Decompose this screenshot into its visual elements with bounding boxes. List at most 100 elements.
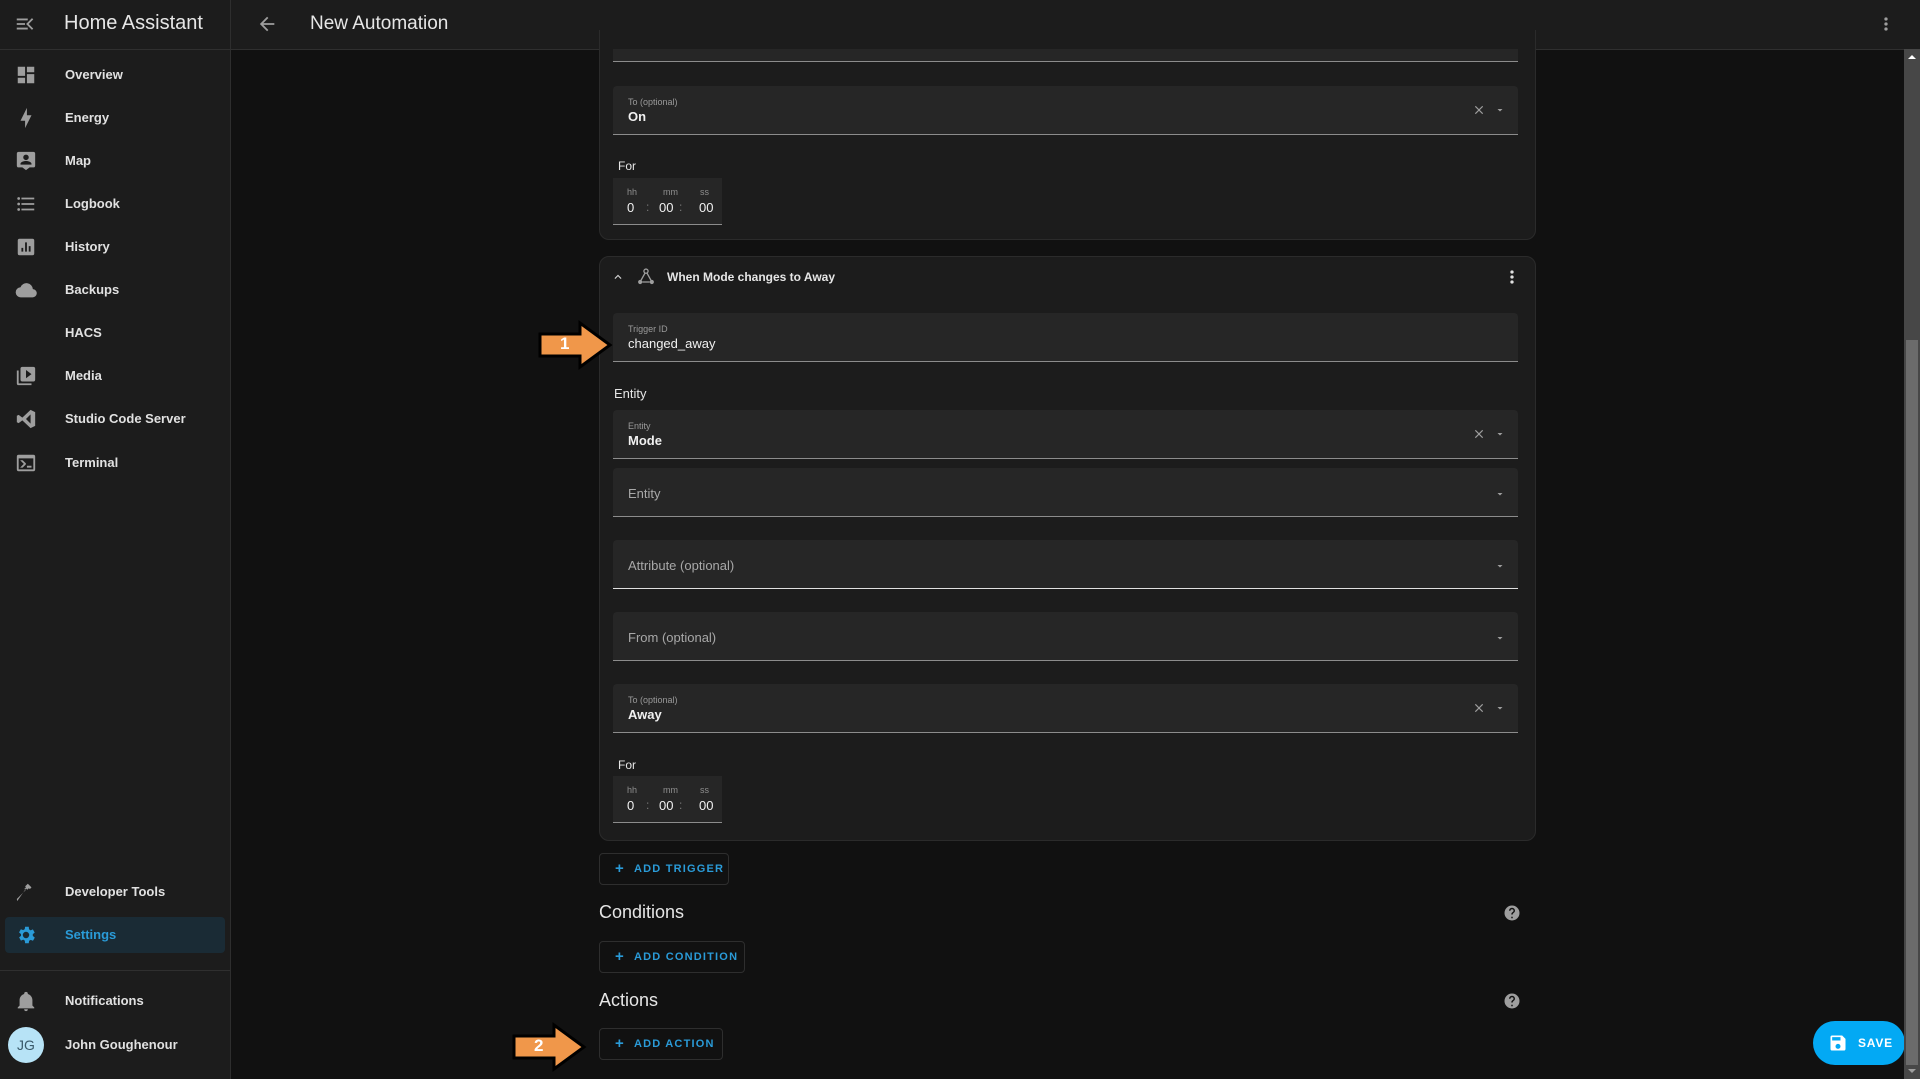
menu-open-icon[interactable] [14,13,36,35]
sidebar-item-energy[interactable]: Energy [5,100,225,136]
app-title: Home Assistant [64,12,203,34]
add-condition-button[interactable]: + ADD CONDITION [599,941,745,973]
state-machine-icon [638,268,654,285]
field-placeholder: From (optional) [628,630,717,645]
sidebar-item-label: HACS [65,325,102,340]
annotation-arrow: 1 [538,320,613,370]
hours-value[interactable]: 0 [627,200,634,215]
menu-down-icon[interactable] [1494,702,1506,714]
seconds-value[interactable]: 00 [699,798,713,813]
field-label: To (optional) [628,97,678,107]
previous-field-partial[interactable] [613,49,1518,62]
sidebar-item-label: Media [65,368,102,383]
field-label: To (optional) [628,695,678,705]
avatar[interactable]: JG [8,1027,44,1063]
save-button[interactable]: SAVE [1813,1021,1905,1065]
sidebar-item-notifications[interactable]: Notifications [5,983,225,1019]
sidebar-divider [0,970,230,971]
sidebar-item-developer-tools[interactable]: Developer Tools [5,874,225,910]
add-trigger-button[interactable]: + ADD TRIGGER [599,853,729,885]
sidebar-item-label: Logbook [65,196,120,211]
help-circle-icon[interactable] [1503,992,1521,1010]
sidebar-item-label: Notifications [65,993,144,1008]
sidebar-item-label: Settings [65,927,117,942]
sidebar-item-media[interactable]: Media [5,358,225,394]
menu-down-icon[interactable] [1494,632,1506,644]
trigger-id-field[interactable]: Trigger ID changed_away [613,313,1518,362]
content-save-icon [1830,1035,1846,1051]
sidebar-item-studio-code-server[interactable]: Studio Code Server [5,401,225,437]
minutes-value[interactable]: 00 [659,200,673,215]
sidebar-item-label: History [65,239,110,254]
sidebar-item-terminal[interactable]: Terminal [5,445,225,481]
entity-field[interactable]: Entity Mode [613,410,1518,459]
page-title: New Automation [310,13,449,34]
hours-label: hh [627,187,638,197]
dots-vertical-icon[interactable] [1876,13,1896,35]
trigger-title: When Mode changes to Away [667,270,836,284]
sidebar-item-history[interactable]: History [5,229,225,265]
field-value: Away [628,707,662,722]
sidebar-item-logbook[interactable]: Logbook [5,186,225,222]
seconds-value[interactable]: 00 [699,200,713,215]
close-icon[interactable] [1472,701,1486,715]
minutes-label: mm [663,187,678,197]
field-label: Entity [628,421,651,431]
for-label: For [618,758,636,772]
scrollbar-thumb[interactable] [1906,340,1918,1065]
chevron-up-icon[interactable] [611,270,625,284]
to-optional-field[interactable]: To (optional) Away [613,684,1518,733]
separator: : [646,200,650,214]
close-icon[interactable] [1472,427,1486,441]
arrow-right-icon [512,1022,587,1072]
menu-down-icon[interactable] [1494,560,1506,572]
menu-down-icon[interactable] [1494,104,1506,116]
to-optional-field[interactable]: To (optional) On [613,86,1518,135]
cog-icon [19,926,35,944]
lightning-bolt-icon [20,107,32,129]
sidebar-item-backups[interactable]: Backups [5,272,225,308]
menu-down-icon[interactable] [1494,428,1506,440]
vscode-icon [16,409,36,429]
duration-input[interactable]: hh mm ss 0 : 00 : 00 [613,178,722,225]
dots-vertical-icon[interactable] [1502,266,1522,288]
chart-box-icon [17,238,35,256]
cloud-icon [15,283,37,298]
sidebar-item-overview[interactable]: Overview [5,57,225,93]
sidebar-item-settings[interactable]: Settings [5,917,225,953]
sidebar-item-hacs[interactable]: HACS [5,315,225,351]
add-action-button[interactable]: + ADD ACTION [599,1028,723,1060]
minutes-value[interactable]: 00 [659,798,673,813]
arrow-left-icon[interactable] [256,13,278,35]
format-list-bulleted-icon [17,197,35,211]
annotation-number: 2 [534,1036,544,1055]
seconds-label: ss [700,187,709,197]
button-label: ADD ACTION [634,1038,715,1050]
plus-icon: + [615,948,625,965]
add-entity-field[interactable]: Entity [613,468,1518,517]
sidebar-item-map[interactable]: Map [5,143,225,179]
field-value: On [628,109,647,124]
duration-input[interactable]: hh mm ss 0 : 00 : 00 [613,776,722,823]
field-value: Mode [628,433,662,448]
help-circle-icon[interactable] [1503,904,1521,922]
sidebar-item-label: Backups [65,282,120,297]
sidebar-item-label: Energy [65,110,110,125]
sidebar-item-label: Map [65,153,91,168]
separator: : [679,798,683,812]
hours-value[interactable]: 0 [627,798,634,813]
close-icon[interactable] [1472,103,1486,117]
user-name: John Goughenour [65,1037,178,1052]
attribute-field[interactable]: Attribute (optional) [613,540,1518,589]
sidebar-header: Home Assistant [0,0,230,50]
scroll-up-arrow-icon[interactable] [1904,49,1920,65]
sidebar-item-label: Terminal [65,455,119,470]
view-dashboard-icon [17,66,35,84]
for-label: For [618,159,636,173]
sidebar-item-label: Developer Tools [65,884,166,899]
hammer-icon [16,883,32,902]
scroll-down-arrow-icon[interactable] [1904,1063,1920,1079]
separator: : [679,200,683,214]
menu-down-icon[interactable] [1494,488,1506,500]
from-field[interactable]: From (optional) [613,612,1518,661]
